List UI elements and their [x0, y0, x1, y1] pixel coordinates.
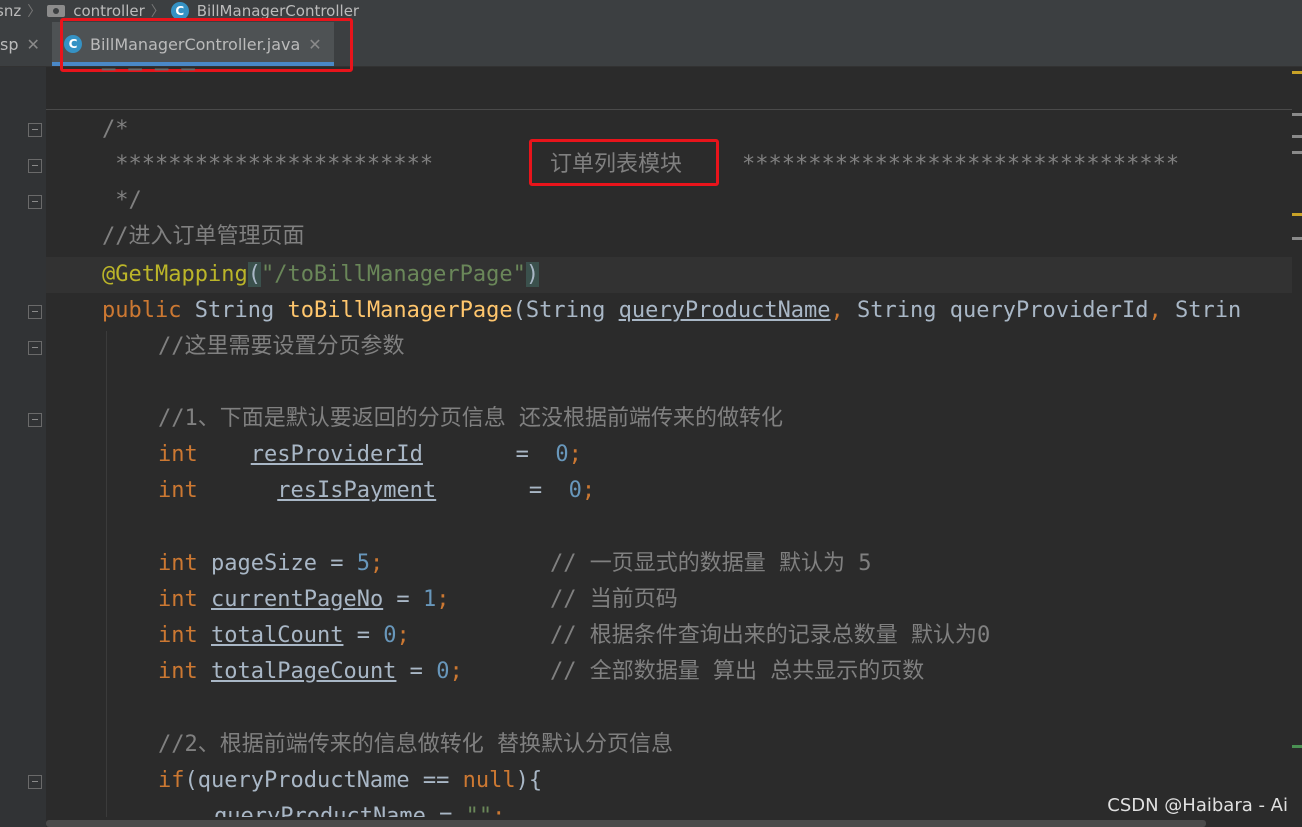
code-line-comment-enter: //进入订单管理页面 — [102, 224, 305, 249]
fold-icon[interactable] — [28, 775, 42, 789]
warning-mark[interactable] — [1292, 151, 1302, 154]
number-token: 0 — [383, 623, 397, 648]
param-token: queryProductName — [197, 768, 410, 793]
code-line-res-payment: int resIsPayment = 0; — [158, 478, 596, 503]
var-token: currentPageNo — [211, 587, 384, 612]
code-line-current-page: int currentPageNo = 1; — [158, 587, 450, 612]
code-line-partial: ─ ─ ─ ─ — [102, 67, 195, 83]
close-icon[interactable]: ✕ — [27, 35, 40, 54]
code-line-comment-page-size: // 一页显式的数据量 默认为 5 — [550, 551, 872, 576]
type-token: Strin — [1174, 298, 1242, 323]
warning-mark[interactable] — [1292, 113, 1302, 116]
annotation-token: @GetMapping — [102, 262, 248, 287]
highlight-box-section-title — [529, 139, 719, 186]
code-line-comment-step1: //1、下面是默认要返回的分页信息 还没根据前端传来的做转化 — [158, 406, 783, 431]
highlight-box-tab — [60, 18, 353, 72]
var-token: resProviderId — [250, 442, 423, 467]
keyword-token: public — [102, 298, 182, 323]
fold-icon[interactable] — [28, 123, 42, 137]
var-token: pageSize — [211, 551, 317, 576]
tab-previous-label: sp — [0, 34, 19, 54]
code-line-annotation: @GetMapping("/toBillManagerPage") — [102, 257, 540, 293]
keyword-token: null — [462, 768, 516, 793]
code-line-if: if(queryProductName == null){ — [158, 768, 543, 793]
warning-mark[interactable] — [1292, 213, 1302, 216]
warning-mark[interactable] — [1292, 71, 1302, 74]
indent-guide — [106, 331, 107, 817]
fold-icon[interactable] — [28, 195, 42, 209]
warning-mark[interactable] — [1292, 237, 1302, 240]
breadcrumb-module-label: snz — [0, 2, 22, 20]
type-token: String — [525, 298, 606, 323]
number-token: 0 — [436, 659, 450, 684]
error-stripe[interactable] — [1292, 67, 1302, 827]
keyword-token: int — [158, 551, 198, 576]
code-line-method-signature: public String toBillManagerPage(String q… — [102, 298, 1242, 323]
keyword-token: if — [158, 768, 185, 793]
warning-mark[interactable] — [1292, 135, 1302, 138]
code-line-res-provider: int resProviderId = 0; — [158, 442, 582, 467]
code-line-comment-total-count: // 根据条件查询出来的记录总数量 默认为0 — [550, 623, 991, 648]
number-token: 1 — [422, 587, 437, 612]
tab-previous-file[interactable]: sp ✕ — [0, 22, 40, 66]
code-line-stars-right: ********************************* — [742, 152, 1180, 177]
code-line-page-size: int pageSize = 5; — [158, 551, 384, 576]
keyword-token: int — [158, 623, 198, 648]
code-line-comment-close: */ — [102, 188, 142, 213]
code-line-comment-current-page: // 当前页码 — [550, 587, 678, 612]
fold-icon[interactable] — [28, 413, 42, 427]
param-token: queryProviderId — [949, 298, 1149, 323]
code-line-total-page-count: int totalPageCount = 0; — [158, 659, 463, 684]
breadcrumb-item-module[interactable]: snz — [0, 2, 21, 20]
code-line-comment-open: /* — [102, 117, 129, 142]
number-token: 5 — [356, 551, 370, 576]
type-token: String — [194, 298, 275, 323]
keyword-token: int — [158, 587, 198, 612]
fold-icon[interactable] — [28, 159, 42, 173]
var-token: resIsPayment — [277, 478, 437, 503]
code-line-total-count: int totalCount = 0; — [158, 623, 410, 648]
param-token: queryProductName — [214, 804, 426, 817]
keyword-token: int — [158, 442, 198, 467]
watermark: CSDN @Haibara - Ai — [1107, 795, 1288, 816]
package-folder-icon — [47, 5, 66, 17]
var-token: totalCount — [211, 623, 344, 648]
paren-open: ( — [247, 262, 261, 287]
fold-icon[interactable] — [28, 305, 42, 319]
string-token: "" — [465, 804, 493, 817]
horizontal-scrollbar[interactable] — [46, 820, 1206, 827]
method-separator — [46, 109, 1292, 110]
fold-icon[interactable] — [28, 341, 42, 355]
editor-gutter — [0, 67, 46, 827]
paren-close: ) — [525, 262, 540, 287]
code-line-stars-left: ************************ — [102, 152, 434, 177]
keyword-token: int — [158, 478, 198, 503]
string-token: "/toBillManagerPage" — [260, 262, 526, 287]
code-line-assign-empty: queryProductName = ""; — [214, 799, 505, 817]
code-line-comment-total-page-count: // 全部数据量 算出 总共显示的页数 — [550, 659, 925, 684]
method-name-token: toBillManagerPage — [287, 298, 513, 323]
param-token: queryProductName — [618, 298, 831, 323]
code-line-comment-paging: //这里需要设置分页参数 — [158, 334, 405, 359]
keyword-token: int — [158, 659, 198, 684]
var-token: totalPageCount — [211, 659, 397, 684]
number-token: 0 — [568, 478, 582, 503]
code-line-comment-step2: //2、根据前端传来的信息做转化 替换默认分页信息 — [158, 732, 673, 757]
number-token: 0 — [555, 442, 569, 467]
chevron-right-icon: 〉 — [27, 4, 42, 20]
change-mark[interactable] — [1292, 745, 1302, 748]
type-token: String — [857, 298, 937, 323]
